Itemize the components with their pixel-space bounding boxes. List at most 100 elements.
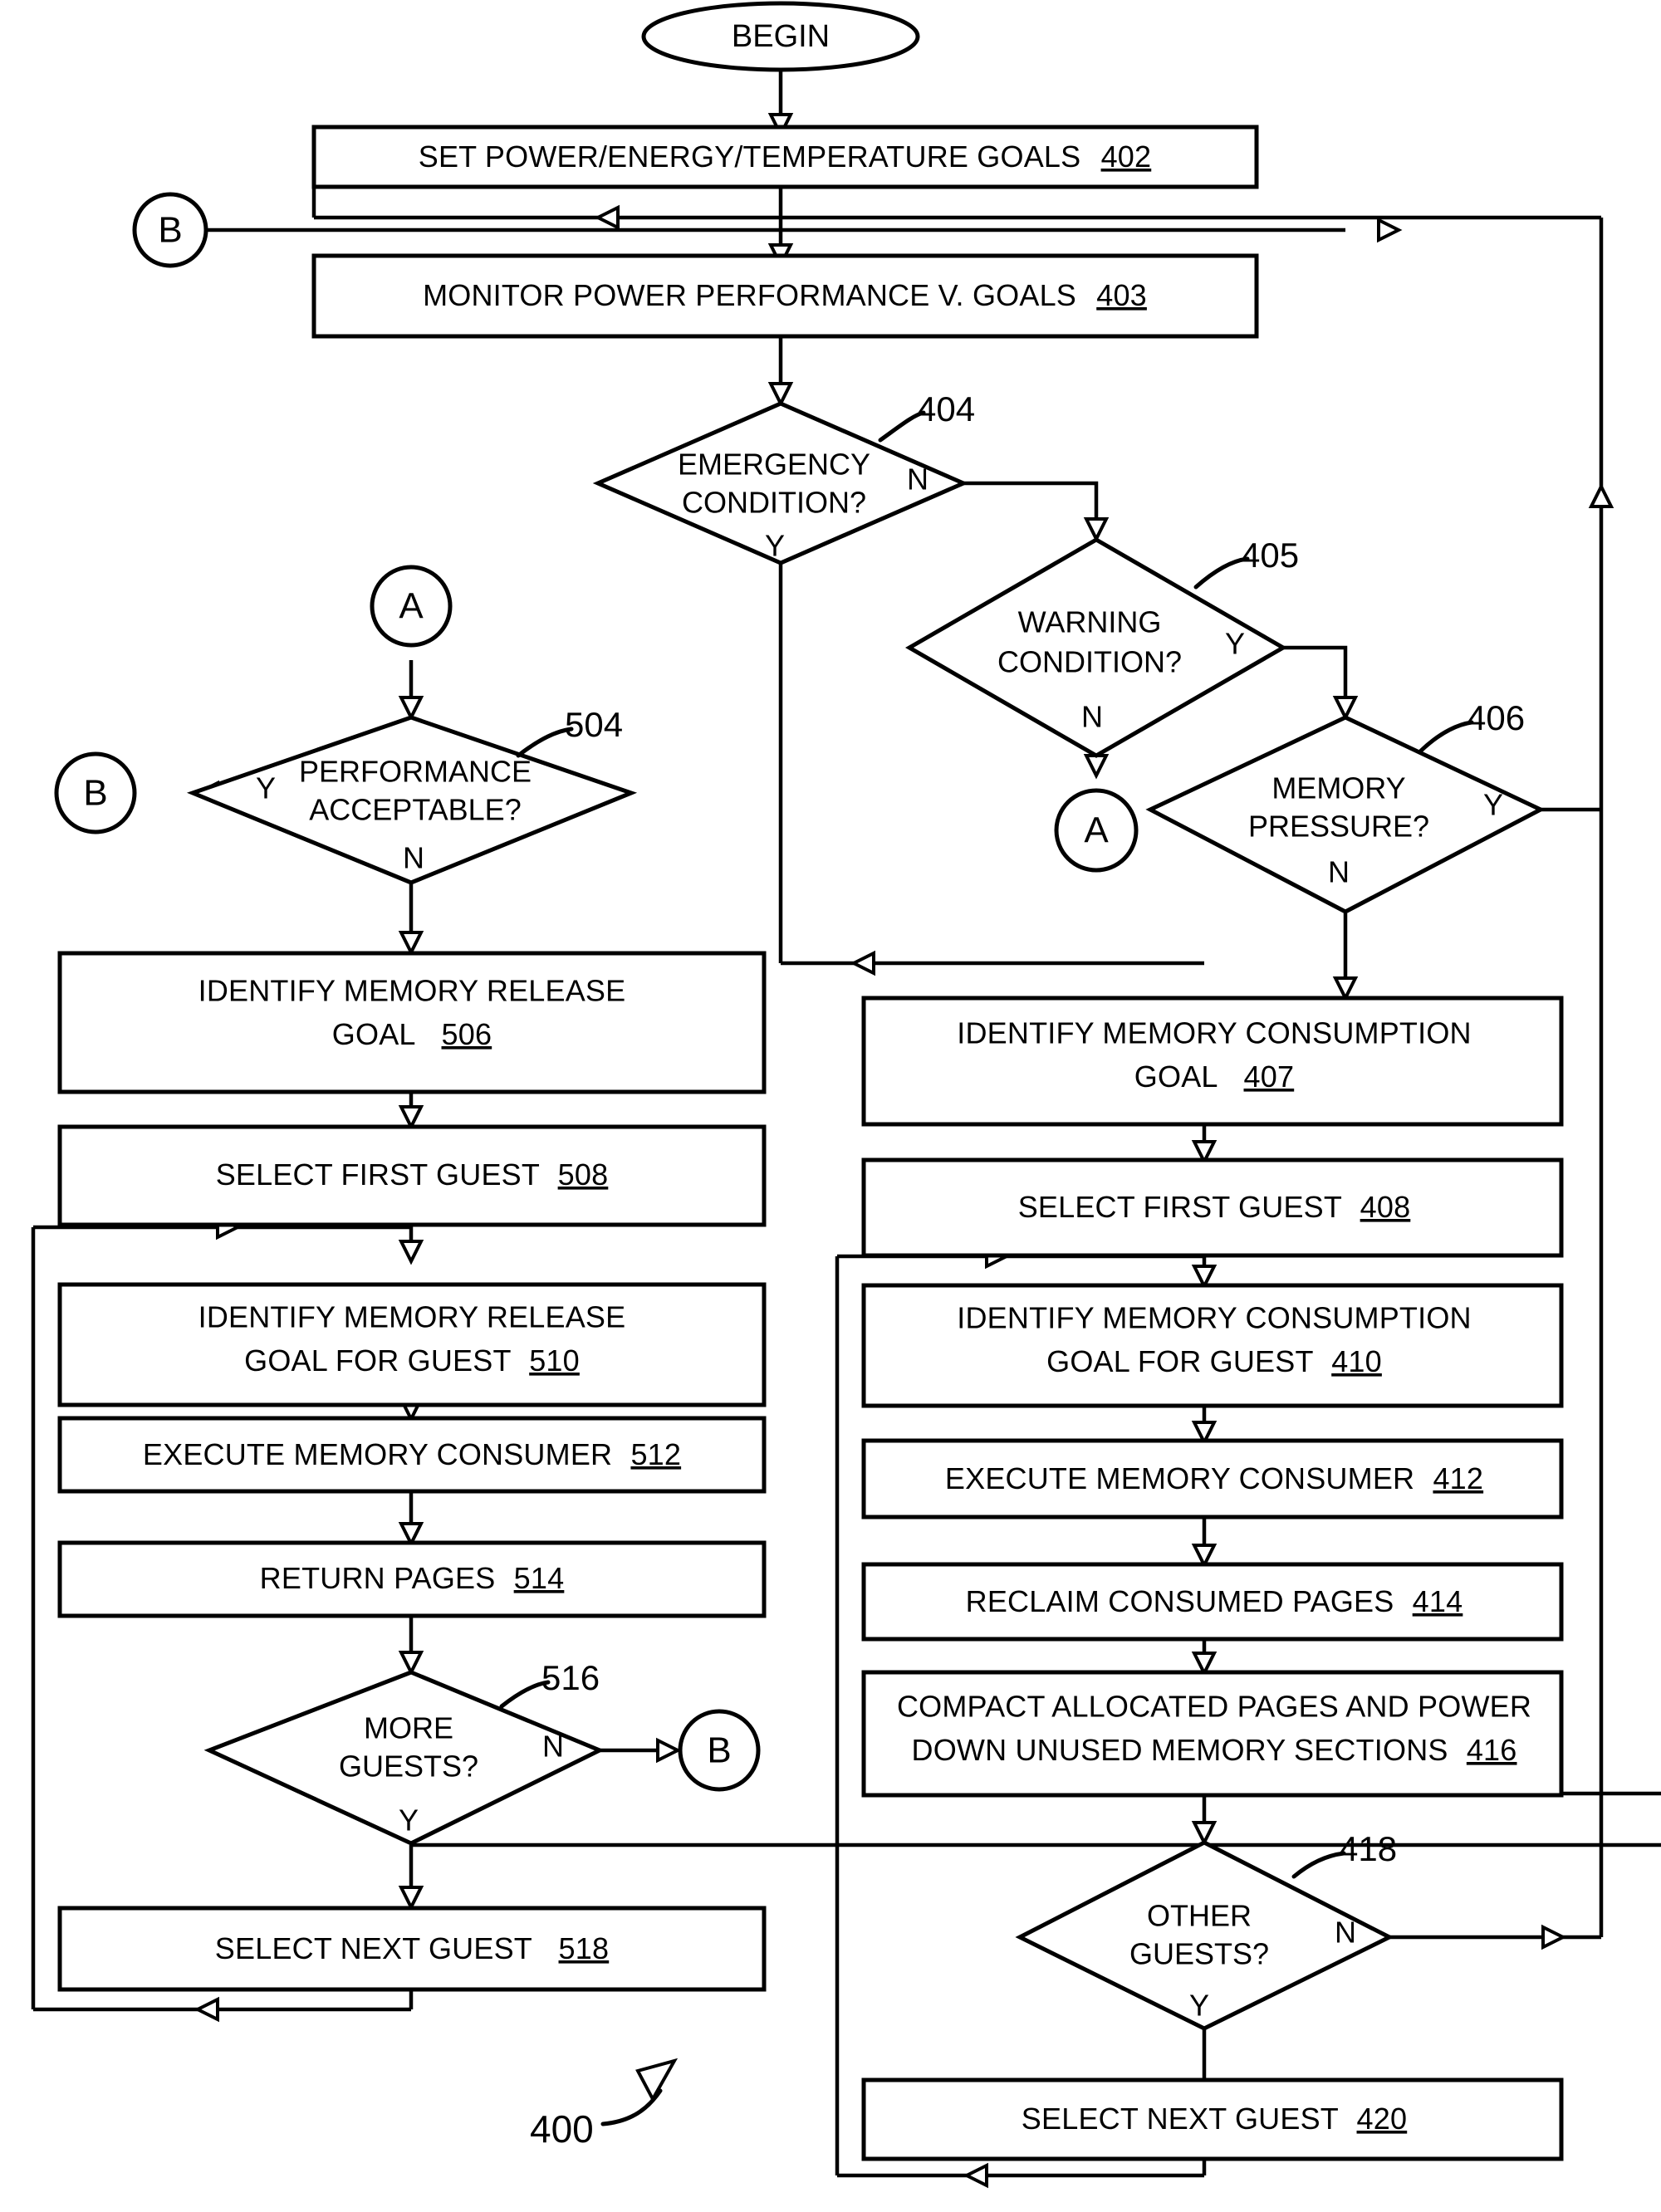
process-410-line1: IDENTIFY MEMORY CONSUMPTION <box>957 1301 1471 1335</box>
process-403-label: MONITOR POWER PERFORMANCE V. GOALS 403 <box>423 278 1147 312</box>
decision-418-yes-label: Y <box>1189 1989 1209 2023</box>
process-416-line2: DOWN UNUSED MEMORY SECTIONS 416 <box>912 1733 1517 1767</box>
process-514[interactable]: RETURN PAGES 514 <box>57 1540 767 1618</box>
connector-a-right[interactable]: A <box>1054 788 1139 873</box>
process-412-label: EXECUTE MEMORY CONSUMER 412 <box>945 1461 1483 1495</box>
decision-516[interactable]: MORE GUESTS? N Y 516 <box>203 1658 605 1846</box>
edge-407-to-408 <box>1191 1123 1218 1166</box>
connector-a-left[interactable]: A <box>370 565 453 648</box>
decision-418-line2: GUESTS? <box>1129 1937 1269 1971</box>
process-512-label: EXECUTE MEMORY CONSUMER 512 <box>143 1437 681 1471</box>
decision-504-no-label: N <box>403 841 424 875</box>
decision-504-line1: PERFORMANCE <box>299 755 532 789</box>
process-407-line1: IDENTIFY MEMORY CONSUMPTION <box>957 1016 1471 1050</box>
decision-516-no-label: N <box>542 1730 564 1764</box>
process-414-label: RECLAIM CONSUMED PAGES 414 <box>966 1584 1463 1618</box>
process-508[interactable]: SELECT FIRST GUEST 508 <box>57 1124 767 1227</box>
edge-a-left-to-504 <box>398 660 424 722</box>
process-402[interactable]: SET POWER/ENERGY/TEMPERATURE GOALS 402 <box>311 125 1259 189</box>
edge-416-to-418 <box>1191 1791 1661 1847</box>
process-407[interactable]: IDENTIFY MEMORY CONSUMPTION GOAL 407 <box>861 996 1564 1127</box>
decision-404-no-label: N <box>907 462 928 497</box>
decision-406-no-label: N <box>1328 855 1350 889</box>
connector-b-top-label: B <box>158 210 182 251</box>
decision-404-yes-label: Y <box>765 529 785 563</box>
connector-b-more-guests[interactable]: B <box>678 1709 761 1792</box>
connector-b-more-guests-label: B <box>707 1730 731 1771</box>
decision-406-line1: MEMORY <box>1271 771 1405 805</box>
decision-504-line2: ACCEPTABLE? <box>309 793 521 827</box>
decision-516-line2: GUESTS? <box>339 1750 478 1784</box>
connector-a-right-label: A <box>1084 810 1109 851</box>
edge-514-to-516 <box>398 1615 424 1676</box>
decision-516-yes-label: Y <box>399 1803 419 1838</box>
terminal-begin-label: BEGIN <box>732 19 830 54</box>
edge-406-no-to-407 <box>1332 913 1359 1002</box>
edge-504-no-to-506 <box>398 884 424 957</box>
edge-b-top-to-rail <box>206 217 1403 243</box>
decision-418-line1: OTHER <box>1147 1899 1252 1933</box>
edge-506-to-508 <box>398 1092 424 1131</box>
decision-406-yes-label: Y <box>1483 788 1503 822</box>
process-506[interactable]: IDENTIFY MEMORY RELEASE GOAL 506 <box>57 951 767 1094</box>
edge-402-to-403 <box>767 187 794 269</box>
flowchart-canvas: BEGIN SET POWER/ENERGY/TEMPERATURE GOALS… <box>0 0 1661 2212</box>
decision-405[interactable]: WARNING CONDITION? Y N 405 <box>905 536 1299 758</box>
ref-418: 418 <box>1339 1829 1397 1868</box>
connector-b-left[interactable]: B <box>54 751 137 834</box>
edge-516-no-to-b <box>600 1737 682 1764</box>
process-414[interactable]: RECLAIM CONSUMED PAGES 414 <box>861 1562 1564 1642</box>
process-403[interactable]: MONITOR POWER PERFORMANCE V. GOALS 403 <box>311 253 1259 339</box>
decision-405-line2: CONDITION? <box>997 645 1182 679</box>
decision-504[interactable]: PERFORMANCE ACCEPTABLE? Y N 504 <box>186 705 638 885</box>
decision-405-yes-label: Y <box>1225 627 1245 661</box>
ref-516: 516 <box>541 1658 600 1697</box>
connector-b-top[interactable]: B <box>132 192 208 268</box>
decision-418[interactable]: OTHER GUESTS? N Y 418 <box>1015 1829 1397 2031</box>
ref-404: 404 <box>917 389 975 428</box>
process-510-line2: GOAL FOR GUEST 510 <box>244 1343 580 1378</box>
figure-label-400-text: 400 <box>530 2107 594 2151</box>
figure-label-400: 400 <box>530 2058 679 2151</box>
process-518[interactable]: SELECT NEXT GUEST 518 <box>57 1906 767 1992</box>
decision-404-line2: CONDITION? <box>682 486 866 520</box>
process-412[interactable]: EXECUTE MEMORY CONSUMER 412 <box>861 1438 1564 1520</box>
process-514-label: RETURN PAGES 514 <box>260 1561 565 1595</box>
edge-420-loop-back <box>963 2159 1207 2189</box>
process-407-line2: GOAL 407 <box>1134 1060 1294 1094</box>
ref-504: 504 <box>565 705 623 744</box>
decision-405-line1: WARNING <box>1018 605 1162 639</box>
edge-410-to-412 <box>1191 1406 1218 1446</box>
decision-406-line2: PRESSURE? <box>1248 810 1429 844</box>
connector-a-left-label: A <box>399 586 424 627</box>
process-506-line2: GOAL 506 <box>332 1017 492 1051</box>
process-420[interactable]: SELECT NEXT GUEST 420 <box>861 2077 1564 2161</box>
edge-412-to-414 <box>1191 1516 1218 1569</box>
decision-404[interactable]: EMERGENCY CONDITION? N Y 404 <box>592 389 975 565</box>
ref-405: 405 <box>1241 536 1299 575</box>
decision-504-yes-label: Y <box>256 771 276 805</box>
decision-516-line1: MORE <box>364 1711 453 1745</box>
edge-512-to-514 <box>398 1490 424 1548</box>
decision-406[interactable]: MEMORY PRESSURE? Y N 406 <box>1145 698 1546 914</box>
process-416-line1: COMPACT ALLOCATED PAGES AND POWER <box>897 1690 1531 1724</box>
process-410[interactable]: IDENTIFY MEMORY CONSUMPTION GOAL FOR GUE… <box>861 1283 1564 1408</box>
process-416[interactable]: COMPACT ALLOCATED PAGES AND POWER DOWN U… <box>861 1670 1564 1798</box>
edge-403-to-404 <box>767 336 794 408</box>
edge-518-loop-back <box>194 1989 414 2023</box>
process-510[interactable]: IDENTIFY MEMORY RELEASE GOAL FOR GUEST 5… <box>57 1282 767 1407</box>
decision-404-line1: EMERGENCY <box>678 448 870 482</box>
decision-418-no-label: N <box>1335 1916 1356 1950</box>
process-512[interactable]: EXECUTE MEMORY CONSUMER 512 <box>57 1416 767 1494</box>
edge-404-no-to-405 <box>963 481 1110 543</box>
edge-406-yes-right-rail <box>1541 218 1614 812</box>
edge-516-yes-to-518 <box>398 1843 1661 1911</box>
edge-begin-to-402 <box>767 62 794 139</box>
edge-405-yes-to-406 <box>1283 645 1359 722</box>
flowchart-svg: BEGIN SET POWER/ENERGY/TEMPERATURE GOALS… <box>31 1 1661 2189</box>
process-510-line1: IDENTIFY MEMORY RELEASE <box>198 1300 626 1334</box>
connector-b-left-label: B <box>83 773 107 814</box>
process-402-label: SET POWER/ENERGY/TEMPERATURE GOALS 402 <box>419 139 1151 174</box>
process-408[interactable]: SELECT FIRST GUEST 408 <box>861 1157 1564 1258</box>
terminal-begin: BEGIN <box>641 1 920 72</box>
